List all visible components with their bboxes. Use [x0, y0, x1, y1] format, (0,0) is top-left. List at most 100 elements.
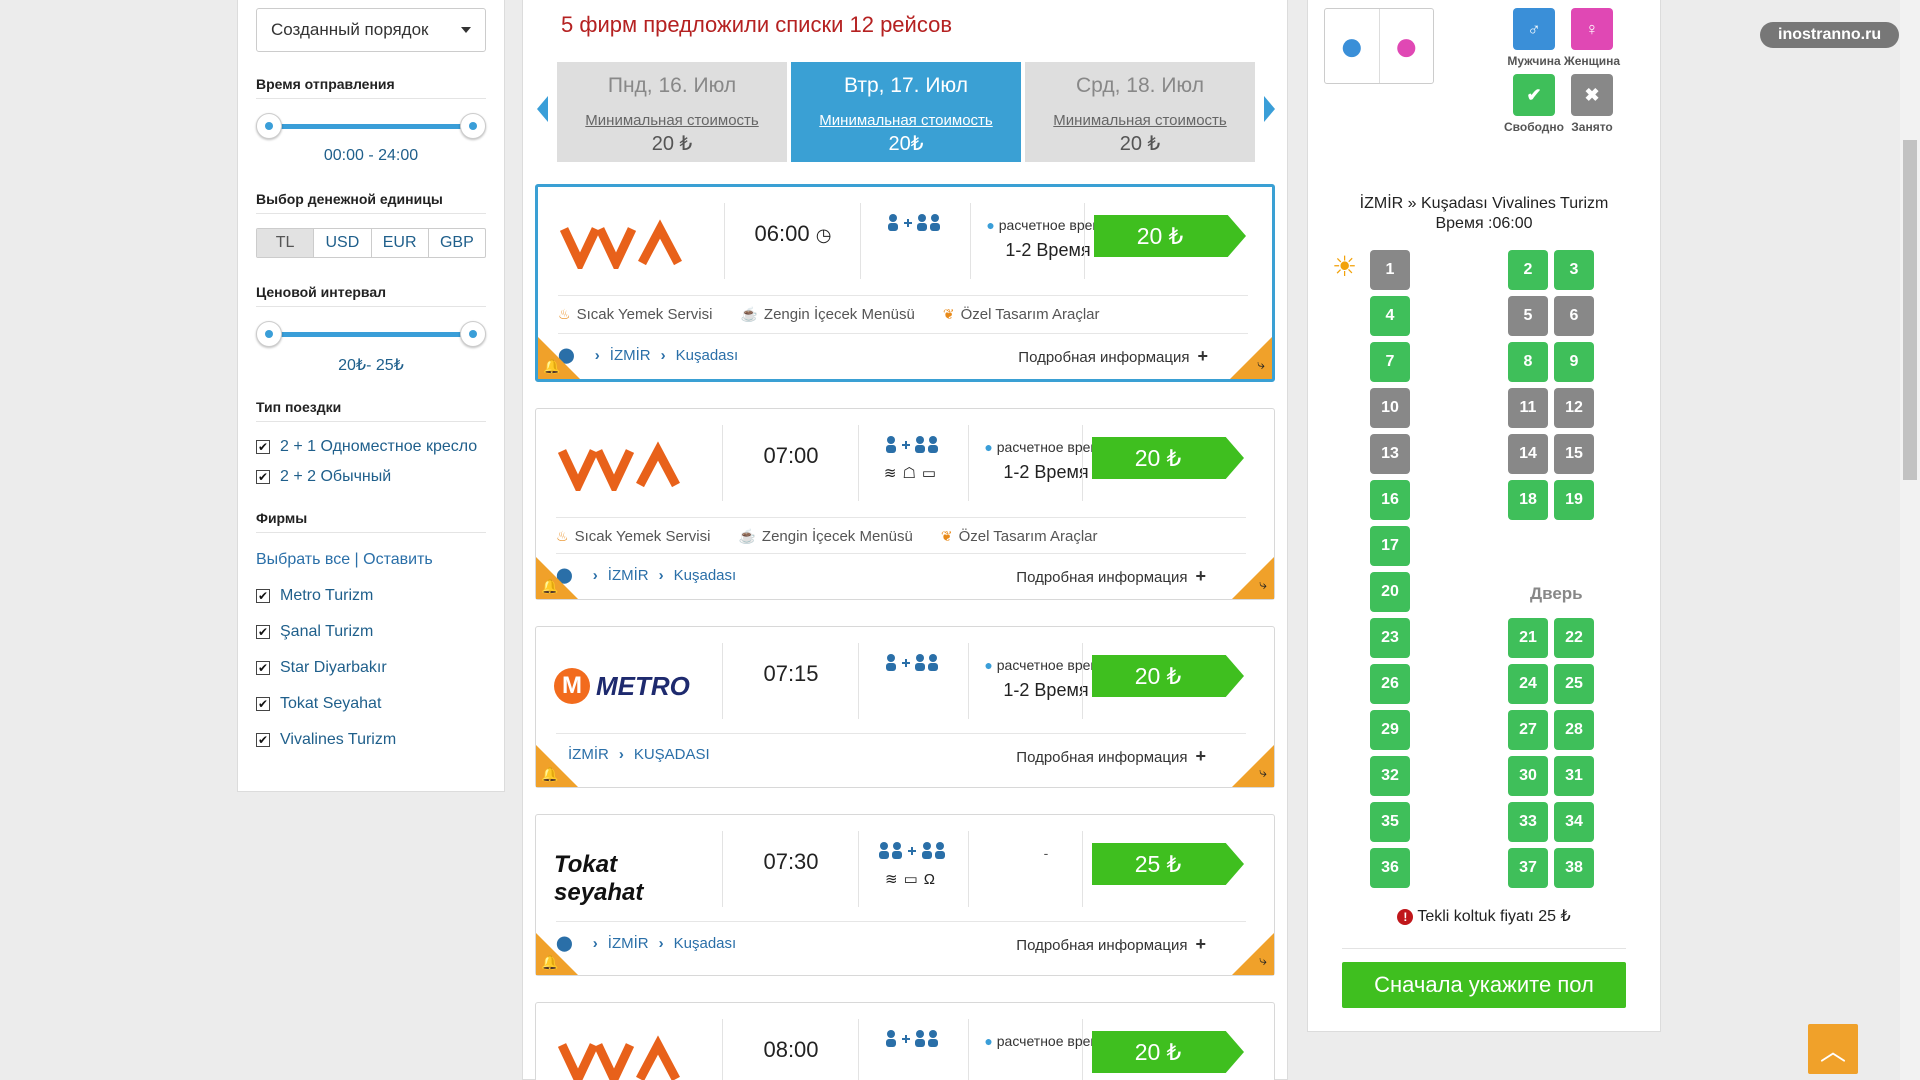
chevron-right-icon: ›	[660, 346, 666, 364]
date-tab-label[interactable]: Минимальная стоимость	[791, 112, 1021, 129]
currency-option-eur[interactable]: EUR	[372, 229, 429, 257]
firm-checkbox-sanal[interactable]: ✔ Şanal Turizm	[256, 623, 486, 641]
checkbox-checked-icon: ✔	[256, 697, 270, 711]
date-tab-next[interactable]: Срд, 18. Июл Минимальная стоимость 20 ₺	[1025, 62, 1255, 162]
firm-checkbox-vivalines[interactable]: ✔ Vivalines Turizm	[256, 731, 486, 749]
firms-title: Фирмы	[256, 510, 486, 533]
select-gender-button[interactable]: Сначала укажите пол	[1342, 962, 1626, 1008]
seat-20[interactable]: 20	[1370, 572, 1410, 612]
seat-23[interactable]: 23	[1370, 618, 1410, 658]
seat-27[interactable]: 27	[1508, 710, 1548, 750]
people-icon	[886, 1030, 938, 1047]
sort-select[interactable]: Созданный порядок	[256, 8, 486, 52]
price-button[interactable]: 20 ₺	[1094, 215, 1246, 257]
scroll-to-top-button[interactable]: ︿	[1808, 1024, 1858, 1074]
seat-24[interactable]: 24	[1508, 664, 1548, 704]
details-link[interactable]: Подробная информация +	[1016, 934, 1206, 955]
price-button[interactable]: 20 ₺	[1092, 655, 1244, 697]
seat-2[interactable]: 2	[1508, 250, 1548, 290]
route-to[interactable]: KUŞADASI	[634, 746, 710, 763]
divider	[968, 831, 969, 907]
seat-9[interactable]: 9	[1554, 342, 1594, 382]
prev-date-arrow-icon[interactable]	[537, 96, 548, 122]
duration: 1-2 Время	[1003, 680, 1089, 700]
seat-16[interactable]: 16	[1370, 480, 1410, 520]
firm-label: Metro Turizm	[280, 587, 374, 604]
legend-taken: ✖ Занято	[1562, 74, 1622, 134]
scrollbar-thumb[interactable]	[1903, 140, 1917, 480]
seat-30[interactable]: 30	[1508, 756, 1548, 796]
firm-checkbox-metro[interactable]: ✔ Metro Turizm	[256, 587, 486, 605]
currency-option-gbp[interactable]: GBP	[429, 229, 485, 257]
seat-18[interactable]: 18	[1508, 480, 1548, 520]
info-icon: ●	[986, 217, 995, 233]
price-button[interactable]: 25 ₺	[1092, 843, 1244, 885]
date-tab-prev[interactable]: Пнд, 16. Июл Минимальная стоимость 20 ₺	[557, 62, 787, 162]
date-tab-current[interactable]: Втр, 17. Июл Минимальная стоимость 20₺	[791, 62, 1021, 162]
seat-38[interactable]: 38	[1554, 848, 1594, 888]
seat-26[interactable]: 26	[1370, 664, 1410, 704]
female-person-icon: ●	[1393, 22, 1419, 69]
seat-36[interactable]: 36	[1370, 848, 1410, 888]
seat-29[interactable]: 29	[1370, 710, 1410, 750]
departure-slider-min-handle[interactable]	[256, 113, 282, 139]
bell-icon: 🔔	[541, 578, 559, 594]
amenity: ♨ Sıcak Yemek Servisi	[556, 528, 711, 545]
date-tab-label[interactable]: Минимальная стоимость	[1025, 112, 1255, 129]
male-person-icon: ●	[1325, 9, 1380, 83]
currency-option-usd[interactable]: USD	[314, 229, 372, 257]
seat-22[interactable]: 22	[1554, 618, 1594, 658]
price-slider-max-handle[interactable]	[460, 321, 486, 347]
route-to[interactable]: Kuşadası	[676, 347, 739, 364]
seat-12: 12	[1554, 388, 1594, 428]
vertical-scrollbar[interactable]	[1900, 0, 1920, 1080]
date-tab-label[interactable]: Минимальная стоимость	[557, 112, 787, 129]
trip-card[interactable]: 07:00 ≋☖▭ ● расчетное время 1-2 Время 20…	[535, 408, 1275, 600]
trip-card[interactable]: Tokat seyahat 07:30 ≋▭Ω - 25 ₺ ⬤ › İZMİR…	[535, 814, 1275, 976]
trip-card[interactable]: 08:00 ● расчетное время 20 ₺	[535, 1002, 1275, 1080]
details-link[interactable]: Подробная информация +	[1016, 566, 1206, 587]
seat-31[interactable]: 31	[1554, 756, 1594, 796]
seat-33[interactable]: 33	[1508, 802, 1548, 842]
seat-21[interactable]: 21	[1508, 618, 1548, 658]
seat-3[interactable]: 3	[1554, 250, 1594, 290]
next-date-arrow-icon[interactable]	[1264, 96, 1275, 122]
seat-32[interactable]: 32	[1370, 756, 1410, 796]
details-link[interactable]: Подробная информация +	[1018, 346, 1208, 367]
select-all-link[interactable]: Выбрать все | Оставить	[256, 551, 486, 569]
seat-35[interactable]: 35	[1370, 802, 1410, 842]
seat-4[interactable]: 4	[1370, 296, 1410, 336]
price-button[interactable]: 20 ₺	[1092, 437, 1244, 479]
seat-8[interactable]: 8	[1508, 342, 1548, 382]
seat-34[interactable]: 34	[1554, 802, 1594, 842]
seat-37[interactable]: 37	[1508, 848, 1548, 888]
route-to[interactable]: Kuşadası	[674, 935, 737, 952]
seat-25[interactable]: 25	[1554, 664, 1594, 704]
price-slider-min-handle[interactable]	[256, 321, 282, 347]
departure-slider[interactable]	[256, 111, 486, 141]
seat-17[interactable]: 17	[1370, 526, 1410, 566]
details-link[interactable]: Подробная информация +	[1016, 746, 1206, 767]
price-slider[interactable]	[256, 319, 486, 349]
tokat-seyahat-logo: Tokat seyahat	[554, 851, 644, 906]
route-to[interactable]: Kuşadası	[674, 567, 737, 584]
route-from[interactable]: İZMİR	[608, 935, 649, 952]
firm-checkbox-tokat[interactable]: ✔ Tokat Seyahat	[256, 695, 486, 713]
seat-28[interactable]: 28	[1554, 710, 1594, 750]
route-from[interactable]: İZMİR	[608, 567, 649, 584]
seat-7[interactable]: 7	[1370, 342, 1410, 382]
trip-card[interactable]: 06:00 ◷ ● расчетное время 1-2 Время 20 ₺…	[535, 184, 1275, 382]
currency-option-tl[interactable]: TL	[257, 229, 315, 257]
clock-icon: ◷	[815, 225, 832, 245]
checkbox-checked-icon: ✔	[256, 661, 270, 675]
seat-19[interactable]: 19	[1554, 480, 1594, 520]
trip-type-2plus2-checkbox[interactable]: ✔ 2 + 2 Обычный	[256, 468, 486, 486]
trip-type-2plus1-checkbox[interactable]: ✔ 2 + 1 Одноместное кресло	[256, 438, 486, 456]
firm-checkbox-star[interactable]: ✔ Star Diyarbakır	[256, 659, 486, 677]
firm-label: Tokat Seyahat	[280, 695, 382, 712]
route-from[interactable]: İZMİR	[610, 347, 651, 364]
price-button[interactable]: 20 ₺	[1092, 1031, 1244, 1073]
trip-card[interactable]: M METRO 07:15 ● расчетное время 1-2 Врем…	[535, 626, 1275, 788]
departure-slider-max-handle[interactable]	[460, 113, 486, 139]
route-from[interactable]: İZMİR	[568, 746, 609, 763]
